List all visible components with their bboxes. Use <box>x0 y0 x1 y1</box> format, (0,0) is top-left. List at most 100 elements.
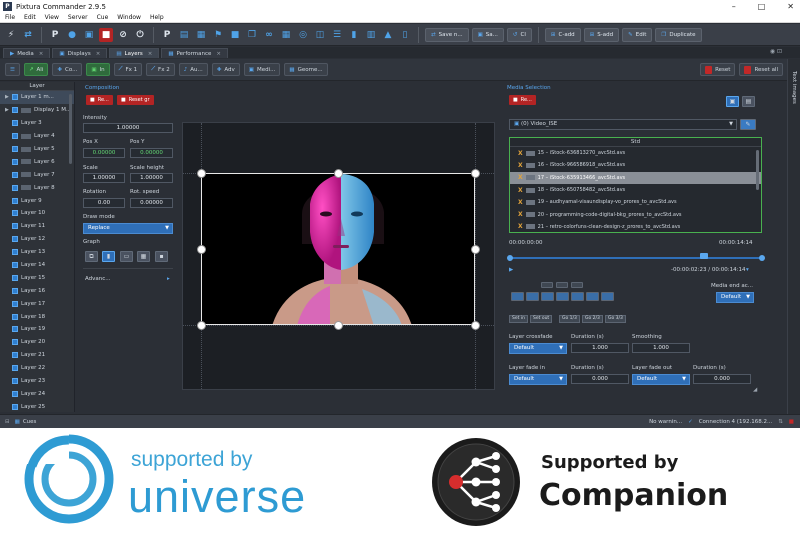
layer-row[interactable]: Layer 16 <box>0 284 74 297</box>
next-icon[interactable] <box>601 292 614 301</box>
media-reset-button[interactable]: ■ Re... <box>509 95 536 105</box>
scale-field[interactable]: 1.00000 <box>83 173 125 183</box>
layer-visibility-checkbox[interactable] <box>12 313 18 320</box>
power-icon[interactable]: ⏻ <box>133 28 147 42</box>
menu-cue[interactable]: Cue <box>97 14 109 21</box>
media-folder-select[interactable]: ▣ (0) Video_ISE ▼ <box>509 119 737 130</box>
media-view-icon[interactable]: ▣ <box>726 96 739 107</box>
transform-handle[interactable] <box>471 169 480 178</box>
reset-all-button[interactable]: Reset all <box>739 63 783 76</box>
wand-icon[interactable]: ⚡ <box>4 28 18 42</box>
layer-row[interactable]: Layer 21 <box>0 349 74 362</box>
layer-visibility-checkbox[interactable] <box>12 274 18 281</box>
menu-edit[interactable]: Edit <box>24 14 36 21</box>
advanced-button[interactable]: ✚ Adv <box>211 63 240 76</box>
layer-row[interactable]: Layer 17 <box>0 297 74 310</box>
side-panel-strip[interactable]: Text images <box>787 59 800 414</box>
reset-group-button[interactable]: ■ Reset gr <box>117 95 154 105</box>
chart-icon[interactable]: ▥ <box>364 28 378 42</box>
media-row[interactable]: X 20 – programming-code-digital-bkg_prore… <box>510 208 761 220</box>
layer-row[interactable]: Layer 13 <box>0 246 74 259</box>
edit-button[interactable]: ✎ Edit <box>622 27 653 42</box>
save-disk-icon[interactable]: ▣ <box>82 28 96 42</box>
media-row[interactable]: X 16 – iStock-966586918_avcStd.avs <box>510 159 761 171</box>
layer-visibility-checkbox[interactable] <box>12 107 18 114</box>
expand-arrow-icon[interactable]: ▶ <box>5 94 9 100</box>
chevron-down-icon[interactable]: ▾ <box>746 267 749 273</box>
layer-row[interactable]: Layer 3 <box>0 117 74 130</box>
close-tab-icon[interactable]: × <box>216 51 221 57</box>
record-icon[interactable]: ■ <box>99 27 113 42</box>
layers-icon[interactable]: ▤ <box>177 28 191 42</box>
media-list-icon[interactable]: ▤ <box>742 96 755 107</box>
tab-layers[interactable]: ▤ Layers × <box>109 48 160 58</box>
layer-row[interactable]: ▶ Layer 1 m... <box>0 91 74 104</box>
layer-row[interactable]: Layer 9 <box>0 194 74 207</box>
pause-icon[interactable] <box>556 292 569 301</box>
up-icon[interactable]: ▲ <box>381 28 395 42</box>
layer-row[interactable]: Layer 24 <box>0 387 74 400</box>
rotation-speed-field[interactable]: 0.00000 <box>130 198 173 208</box>
graph-page-icon[interactable]: ▮ <box>102 251 115 262</box>
edit-folder-icon[interactable]: ✎ <box>740 119 756 130</box>
composition-reset-button[interactable]: ■ Re... <box>86 95 113 105</box>
fade-in-select[interactable]: Default ▼ <box>509 374 567 385</box>
graph-frame-icon[interactable]: ▭ <box>120 251 133 262</box>
split-icon[interactable]: ◫ <box>313 28 327 42</box>
expand-arrow-icon[interactable]: ▶ <box>5 107 9 113</box>
pixtura-p-icon[interactable]: P <box>48 28 62 42</box>
close-tab-icon[interactable]: × <box>148 51 153 57</box>
fade-out-select[interactable]: Default ▼ <box>632 374 690 385</box>
close-button[interactable]: ✕ <box>787 0 794 13</box>
layer-visibility-checkbox[interactable] <box>12 339 18 346</box>
layer-row[interactable]: Layer 23 <box>0 375 74 388</box>
transform-handle[interactable] <box>334 321 343 330</box>
close-tab-icon[interactable]: × <box>96 51 101 57</box>
media-row[interactable]: X 21 – retro-colorfuns-clean-design-z_pro… <box>510 221 761 233</box>
layer-row[interactable]: Layer 14 <box>0 259 74 272</box>
set-in-button[interactable]: Set in <box>509 315 528 323</box>
duplicate-button[interactable]: ❐ Duplicate <box>655 27 702 42</box>
cues-label[interactable]: Cues <box>23 419 37 425</box>
playhead-marker[interactable] <box>700 253 708 259</box>
tab-media[interactable]: ▶ Media × <box>3 48 51 58</box>
resize-grip-icon[interactable]: ◢ <box>753 387 757 393</box>
windows-icon[interactable]: ▦ <box>279 28 293 42</box>
tab-performance[interactable]: ▦ Performance × <box>161 48 229 58</box>
forward-icon[interactable] <box>586 292 599 301</box>
draw-mode-select[interactable]: Replace ▼ <box>83 223 173 234</box>
connection-status[interactable]: Connection 4 (192.168.2... <box>699 419 773 425</box>
timeline-end-handle[interactable] <box>759 255 765 261</box>
stop-icon[interactable] <box>571 292 584 301</box>
layer-row[interactable]: Layer 15 <box>0 271 74 284</box>
warning-status[interactable]: No warnin... <box>649 419 682 425</box>
layer-visibility-checkbox[interactable] <box>12 158 18 165</box>
graph-square-icon[interactable]: ▪ <box>155 251 168 262</box>
layer-visibility-checkbox[interactable] <box>12 210 18 217</box>
media-row[interactable]: X 19 – audhyamal-visaundisplay-vo_prores_… <box>510 196 761 208</box>
duration-field[interactable]: 1.000 <box>571 343 629 353</box>
layer-preview-image[interactable] <box>201 173 475 325</box>
layer-visibility-checkbox[interactable] <box>12 352 18 359</box>
control-button[interactable] <box>571 282 583 288</box>
go-3-button[interactable]: Go 3/3 <box>605 315 626 323</box>
layer-row[interactable]: Layer 4 <box>0 130 74 143</box>
audio-button[interactable]: ♪ Au... <box>178 63 208 76</box>
layer-row[interactable]: Layer 18 <box>0 310 74 323</box>
layer-row[interactable]: Layer 11 <box>0 220 74 233</box>
layer-visibility-checkbox[interactable] <box>12 326 18 333</box>
fx2-button[interactable]: ⟋ Fx 2 <box>146 63 175 76</box>
transform-handle[interactable] <box>471 245 480 254</box>
transform-handle[interactable] <box>197 245 206 254</box>
copy-icon[interactable]: ❐ <box>245 28 259 42</box>
columns-icon[interactable]: ▯ <box>398 28 412 42</box>
control-button[interactable] <box>541 282 553 288</box>
layer-visibility-checkbox[interactable] <box>12 262 18 269</box>
layer-visibility-checkbox[interactable] <box>12 403 18 410</box>
tab-displays[interactable]: ▣ Displays × <box>52 48 108 58</box>
layer-list-scrollbar[interactable] <box>69 94 72 164</box>
fade-out-duration-field[interactable]: 0.000 <box>693 374 751 384</box>
pos-y-field[interactable]: 0.00000 <box>130 148 173 158</box>
media-row[interactable]: X 17 – iStock-635913466_avcStd.avs <box>510 171 761 184</box>
scale-height-field[interactable]: 1.00000 <box>130 173 173 183</box>
